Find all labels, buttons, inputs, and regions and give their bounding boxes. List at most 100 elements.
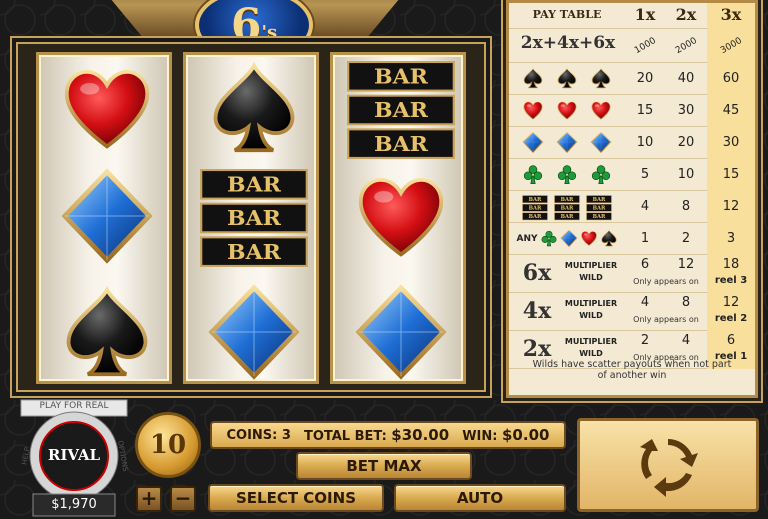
rival-panel: PLAY FOR REAL RIVAL HELP OPTIONS $1,970 bbox=[15, 398, 133, 519]
auto-button[interactable]: AUTO bbox=[394, 484, 566, 512]
payout-3x: 12 bbox=[707, 191, 755, 223]
wild-payout-1x: 2 bbox=[640, 333, 650, 348]
spade-icon bbox=[522, 67, 544, 91]
payout-1x: 4 bbox=[640, 199, 650, 214]
heart-icon bbox=[580, 229, 598, 249]
paytable-row-wild-4x: 4x MULTIPLIER WILD 4 8 12 Only appears on … bbox=[509, 293, 755, 331]
diamond-icon bbox=[522, 131, 544, 155]
payout-1x: 1 bbox=[640, 231, 650, 246]
total-bet-info: TOTAL BET: $30.00 bbox=[304, 426, 449, 444]
diamond-icon bbox=[556, 131, 578, 155]
heart-icon bbox=[590, 99, 612, 123]
select-coins-button[interactable]: SELECT COINS bbox=[208, 484, 384, 512]
triple-bar-symbol: BAR BAR BAR bbox=[346, 60, 456, 162]
spade-symbol bbox=[52, 284, 162, 380]
paytable-footer: Wilds have scatter payouts when not part… bbox=[509, 353, 755, 395]
increase-coin-button[interactable]: + bbox=[136, 486, 162, 512]
heart-symbol bbox=[52, 60, 162, 156]
payout-3x: 3 bbox=[707, 223, 755, 255]
coin-value[interactable]: 10 bbox=[135, 412, 201, 478]
combo-payout-3x: 3000 bbox=[707, 29, 755, 63]
payout-3x: 30 bbox=[707, 127, 755, 159]
payout-3x: 60 bbox=[707, 63, 755, 95]
bet-info-bar: COINS: 3 TOTAL BET: $30.00 WIN: $0.00 bbox=[210, 421, 566, 449]
svg-text:BAR: BAR bbox=[561, 206, 574, 212]
decrease-coin-button[interactable]: − bbox=[170, 486, 196, 512]
paytable-row-combo: 2x+4x+6x 1000 2000 3000 bbox=[509, 29, 755, 63]
spin-button[interactable] bbox=[577, 418, 759, 512]
wild-payout-2x: 8 bbox=[681, 295, 691, 310]
paytable-symbols bbox=[509, 95, 625, 127]
bar-mini-icon: BAR BAR BAR bbox=[522, 195, 548, 221]
diamond-symbol bbox=[199, 284, 309, 380]
svg-text:BAR: BAR bbox=[593, 214, 606, 220]
coins-value: 3 bbox=[281, 427, 291, 443]
paytable-row-heart: 15 30 45 bbox=[509, 95, 755, 127]
club-icon bbox=[590, 163, 612, 187]
paytable-row-wild-6x: 6x MULTIPLIER WILD 6 12 18 Only appears on… bbox=[509, 255, 755, 293]
wild-reel: reel 2 bbox=[707, 313, 755, 331]
wild-payout-1x: 4 bbox=[640, 295, 650, 310]
paytable-row-any: ANY 1 2 3 bbox=[509, 223, 755, 255]
svg-text:BAR: BAR bbox=[227, 207, 281, 231]
paytable-symbols bbox=[509, 63, 625, 95]
win-label: WIN: bbox=[462, 429, 498, 444]
payout-2x: 30 bbox=[677, 103, 695, 118]
col-header-1x: 1x bbox=[634, 5, 656, 24]
paytable-symbols: ANY bbox=[509, 223, 625, 255]
wild-payout-3x: 18 bbox=[707, 255, 755, 275]
diamond-symbol bbox=[346, 284, 456, 380]
paytable-header: PAY TABLE 1x 2x 3x bbox=[509, 3, 755, 29]
combo-payout-1x: 1000 bbox=[632, 35, 658, 57]
play-for-real-link[interactable]: PLAY FOR REAL bbox=[21, 401, 127, 411]
spin-arrows-icon bbox=[640, 439, 698, 497]
svg-text:BAR: BAR bbox=[374, 99, 428, 123]
paytable-symbols: BAR BAR BAR BAR BAR BAR BAR BAR BAR bbox=[509, 191, 625, 223]
combo-label: 2x+4x+6x bbox=[520, 33, 616, 53]
wild-multiplier: 4x bbox=[522, 298, 552, 324]
svg-text:BAR: BAR bbox=[561, 197, 574, 203]
bet-max-button[interactable]: BET MAX bbox=[296, 452, 472, 480]
diamond-icon bbox=[590, 131, 612, 155]
wild-payout-2x: 4 bbox=[681, 333, 691, 348]
win-info: WIN: $0.00 bbox=[462, 426, 549, 444]
club-icon bbox=[556, 163, 578, 187]
wild-multiplier: 6x bbox=[522, 260, 552, 286]
col-header-2x: 2x bbox=[675, 5, 697, 24]
rival-logo[interactable]: RIVAL bbox=[40, 446, 108, 464]
paytable-row-diamond: 10 20 30 bbox=[509, 127, 755, 159]
wild-payout-2x: 12 bbox=[677, 257, 695, 272]
diamond-icon bbox=[559, 229, 578, 249]
payout-2x: 10 bbox=[677, 167, 695, 182]
payout-2x: 40 bbox=[677, 71, 695, 86]
svg-text:BAR: BAR bbox=[374, 133, 428, 157]
spade-icon bbox=[600, 229, 618, 249]
wild-title: MULTIPLIER WILD bbox=[564, 299, 618, 320]
svg-text:BAR: BAR bbox=[374, 65, 428, 89]
spade-icon bbox=[556, 67, 578, 91]
wild-scatter-note: Wilds have scatter payouts when not part… bbox=[532, 359, 732, 381]
paytable: PAY TABLE 1x 2x 3x 2x+4x+6x 1000 2000 3000… bbox=[506, 0, 758, 398]
total-bet-value: $30.00 bbox=[391, 426, 450, 444]
total-bet-label: TOTAL BET: bbox=[303, 429, 387, 444]
heart-symbol bbox=[346, 168, 456, 264]
payout-1x: 20 bbox=[636, 71, 654, 86]
payout-3x: 15 bbox=[707, 159, 755, 191]
svg-text:BAR: BAR bbox=[593, 206, 606, 212]
wild-payout-3x: 6 bbox=[707, 331, 755, 351]
wild-payout-3x: 12 bbox=[707, 293, 755, 313]
paytable-symbols bbox=[509, 159, 625, 191]
paytable-row-bar: BAR BAR BAR BAR BAR BAR BAR BAR BAR 4 8 12 bbox=[509, 191, 755, 223]
wild-note: Only appears on bbox=[633, 277, 699, 286]
paytable-title: PAY TABLE bbox=[532, 8, 602, 21]
paytable-symbols bbox=[509, 127, 625, 159]
paytable-row-spade: 20 40 60 bbox=[509, 63, 755, 95]
win-value: $0.00 bbox=[502, 426, 550, 444]
bar-mini-icon: BAR BAR BAR bbox=[586, 195, 612, 221]
spade-icon bbox=[590, 67, 612, 91]
combo-payout-2x: 2000 bbox=[673, 35, 699, 57]
coins-info: COINS: 3 bbox=[227, 428, 291, 443]
payout-2x: 8 bbox=[681, 199, 691, 214]
payout-2x: 2 bbox=[681, 231, 691, 246]
svg-text:BAR: BAR bbox=[227, 241, 281, 265]
